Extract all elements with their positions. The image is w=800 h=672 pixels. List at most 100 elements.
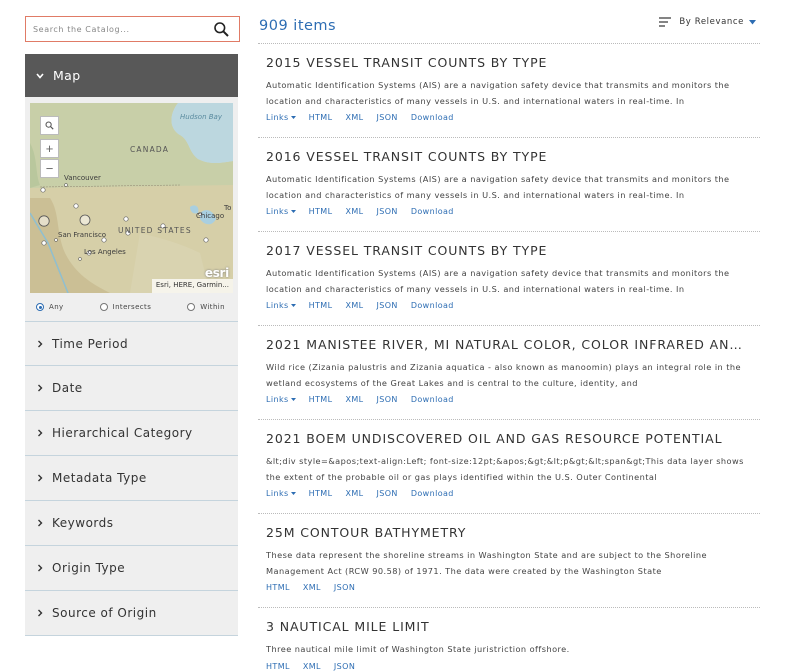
zoom-out-button[interactable]: − — [40, 159, 59, 178]
facet-metadata-type[interactable]: Metadata Type — [25, 456, 238, 501]
json-link[interactable]: JSON — [376, 113, 397, 122]
result-links: Links HTML XML JSON Download — [266, 487, 760, 500]
result-title[interactable]: 25M CONTOUR BATHYMETRY — [266, 524, 751, 542]
xml-link[interactable]: XML — [345, 395, 363, 404]
map-label-united-states: UNITED STATES — [118, 226, 192, 235]
xml-link[interactable]: XML — [345, 301, 363, 310]
result-item: 3 NAUTICAL MILE LIMIT Three nautical mil… — [258, 608, 760, 672]
html-link[interactable]: HTML — [309, 395, 333, 404]
json-link[interactable]: JSON — [376, 301, 397, 310]
chevron-right-icon — [38, 340, 43, 347]
radio-within[interactable]: Within — [187, 303, 225, 311]
xml-link[interactable]: XML — [303, 662, 321, 671]
facet-label: Date — [52, 381, 83, 395]
esri-logo: esri — [204, 266, 229, 280]
map-label-to: To — [224, 204, 232, 212]
results-panel: 909 items By Relevance 2015 VESSEL TRANS… — [258, 12, 760, 672]
xml-link[interactable]: XML — [345, 489, 363, 498]
html-link[interactable]: HTML — [309, 489, 333, 498]
chevron-right-icon — [38, 474, 43, 482]
caret-down-icon — [290, 304, 296, 307]
html-link[interactable]: HTML — [309, 113, 333, 122]
result-title[interactable]: 2017 VESSEL TRANSIT COUNTS BY TYPE — [266, 242, 751, 260]
json-link[interactable]: JSON — [334, 583, 355, 592]
result-links: Links HTML XML JSON Download — [266, 205, 760, 218]
facet-time-period[interactable]: Time Period — [25, 321, 238, 366]
download-link[interactable]: Download — [411, 113, 454, 122]
caret-down-icon — [290, 210, 296, 213]
xml-link[interactable]: XML — [345, 113, 363, 122]
result-item: 25M CONTOUR BATHYMETRY These data repres… — [258, 514, 760, 608]
facet-hierarchical-category[interactable]: Hierarchical Category — [25, 411, 238, 456]
result-title[interactable]: 2021 MANISTEE RIVER, MI NATURAL COLOR, C… — [266, 336, 751, 354]
facet-keywords[interactable]: Keywords — [25, 501, 238, 546]
chevron-right-icon — [38, 564, 43, 572]
links-dropdown[interactable]: Links — [266, 113, 296, 122]
links-dropdown[interactable]: Links — [266, 207, 296, 216]
search-icon[interactable] — [213, 21, 230, 38]
result-title[interactable]: 2021 BOEM UNDISCOVERED OIL AND GAS RESOU… — [266, 430, 751, 448]
links-dropdown[interactable]: Links — [266, 489, 296, 498]
result-item: 2015 VESSEL TRANSIT COUNTS BY TYPE Autom… — [258, 44, 760, 138]
map-panel: + − Hudson Bay CANADA Vancouver UNITED S… — [25, 97, 238, 321]
xml-link[interactable]: XML — [303, 583, 321, 592]
sort-dropdown[interactable]: By Relevance — [659, 17, 756, 27]
result-title[interactable]: 2015 VESSEL TRANSIT COUNTS BY TYPE — [266, 54, 751, 72]
links-label: Links — [266, 489, 289, 498]
facet-label: Keywords — [52, 516, 114, 530]
radio-any-label: Any — [49, 303, 64, 311]
map-search-button[interactable] — [40, 116, 59, 135]
html-link[interactable]: HTML — [266, 583, 290, 592]
result-title[interactable]: 2016 VESSEL TRANSIT COUNTS BY TYPE — [266, 148, 751, 166]
catalog-search — [25, 16, 240, 42]
facet-date[interactable]: Date — [25, 366, 238, 411]
xml-link[interactable]: XML — [345, 207, 363, 216]
radio-intersects-dot[interactable] — [99, 303, 108, 311]
search-input[interactable] — [26, 17, 206, 41]
html-link[interactable]: HTML — [309, 301, 333, 310]
links-label: Links — [266, 301, 289, 310]
sidebar: Map — [25, 16, 240, 636]
links-label: Links — [266, 395, 289, 404]
chevron-right-icon — [38, 429, 43, 437]
map-attribution[interactable]: Esri, HERE, Garmin... — [151, 279, 233, 293]
download-link[interactable]: Download — [411, 207, 454, 216]
facet-source-of-origin[interactable]: Source of Origin — [25, 591, 238, 636]
radio-intersects[interactable]: Intersects — [99, 303, 152, 311]
results-count: 909 items — [259, 18, 337, 34]
html-link[interactable]: HTML — [266, 662, 290, 671]
html-link[interactable]: HTML — [309, 207, 333, 216]
result-links: HTML XML JSON — [266, 581, 760, 594]
radio-any-dot[interactable] — [36, 303, 44, 311]
result-description: These data represent the shoreline strea… — [266, 550, 707, 576]
json-link[interactable]: JSON — [376, 207, 397, 216]
map-label-san-francisco: San Francisco — [58, 231, 107, 239]
links-dropdown[interactable]: Links — [266, 301, 296, 310]
facet-list: Time Period Date Hierarchical Category M… — [25, 321, 238, 636]
facet-origin-type[interactable]: Origin Type — [25, 546, 238, 591]
result-item: 2021 BOEM UNDISCOVERED OIL AND GAS RESOU… — [258, 420, 760, 514]
json-link[interactable]: JSON — [376, 489, 397, 498]
sort-icon — [659, 17, 672, 27]
map-view[interactable]: + − Hudson Bay CANADA Vancouver UNITED S… — [30, 103, 233, 293]
result-links: Links HTML XML JSON Download — [266, 393, 760, 406]
download-link[interactable]: Download — [411, 301, 454, 310]
json-link[interactable]: JSON — [334, 662, 355, 671]
zoom-in-button[interactable]: + — [40, 139, 59, 158]
links-dropdown[interactable]: Links — [266, 395, 296, 404]
map-section-header[interactable]: Map — [25, 54, 238, 97]
download-link[interactable]: Download — [411, 395, 454, 404]
chevron-down-icon — [36, 72, 44, 79]
json-link[interactable]: JSON — [376, 395, 397, 404]
radio-any[interactable]: Any — [36, 303, 64, 311]
facet-label: Hierarchical Category — [52, 426, 193, 440]
caret-down-icon — [290, 492, 296, 495]
download-link[interactable]: Download — [411, 489, 454, 498]
facet-label: Metadata Type — [52, 471, 147, 485]
result-title[interactable]: 3 NAUTICAL MILE LIMIT — [266, 618, 751, 636]
radio-within-dot[interactable] — [187, 303, 196, 311]
spatial-filter-options: Any Intersects Within — [30, 293, 233, 321]
result-item: 2021 MANISTEE RIVER, MI NATURAL COLOR, C… — [258, 326, 760, 420]
chevron-right-icon — [38, 519, 43, 527]
facet-label: Source of Origin — [52, 606, 157, 620]
